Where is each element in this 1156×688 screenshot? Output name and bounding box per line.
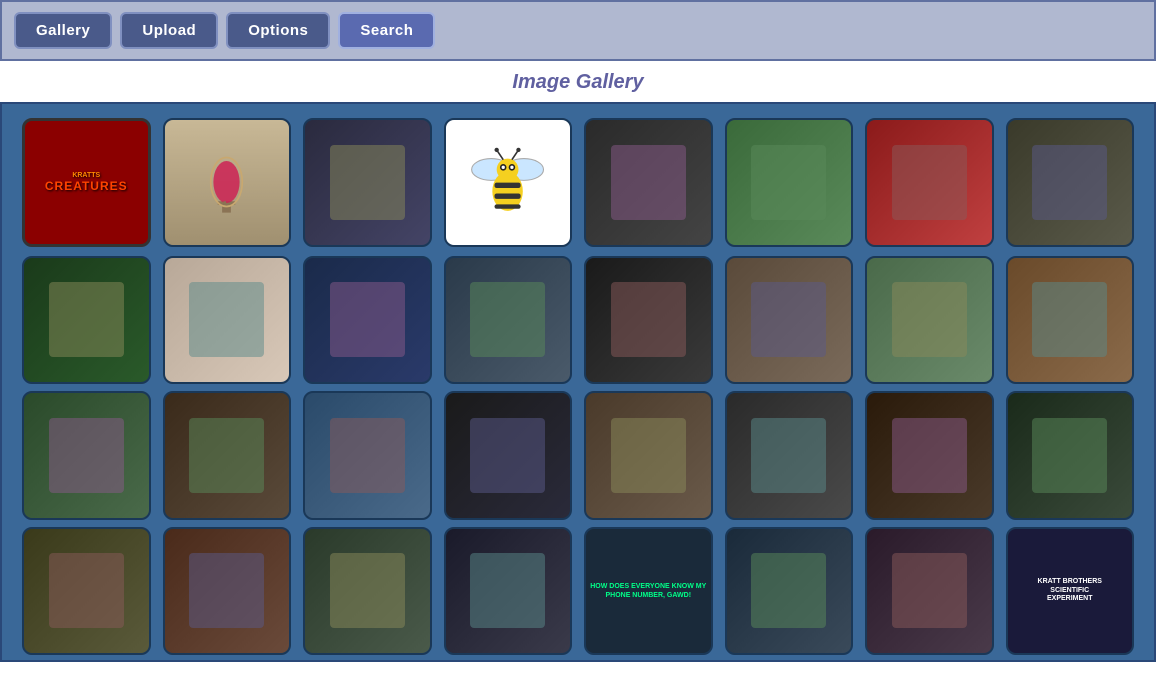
thumbnail-5[interactable] [584,118,713,247]
thumbnail-25[interactable] [22,527,151,656]
thumbnail-13[interactable] [584,256,713,385]
thumbnail-14[interactable] [725,256,854,385]
top-nav-bar: Gallery Upload Options Search [0,0,1156,61]
thumbnail-27[interactable] [303,527,432,656]
thumbnail-4[interactable] [444,118,573,247]
thumbnail-18[interactable] [163,391,292,520]
thumbnail-3[interactable] [303,118,432,247]
thumbnail-12[interactable] [444,256,573,385]
page-title: Image Gallery [0,61,1156,102]
thumbnail-9[interactable] [22,256,151,385]
thumbnail-32[interactable]: KRATT BROTHERSSCIENTIFICEXPERIMENT [1006,527,1135,656]
thumbnail-7[interactable] [865,118,994,247]
upload-button[interactable]: Upload [120,12,218,49]
thumbnail-28[interactable] [444,527,573,656]
gallery-button[interactable]: Gallery [14,12,112,49]
image-gallery: kratts CREATURES [0,102,1156,662]
thumbnail-20[interactable] [444,391,573,520]
thumbnail-19[interactable] [303,391,432,520]
thumbnail-17[interactable] [22,391,151,520]
thumbnail-8[interactable] [1006,118,1135,247]
options-button[interactable]: Options [226,12,330,49]
search-button[interactable]: Search [338,12,435,49]
thumbnail-24[interactable] [1006,391,1135,520]
thumbnail-26[interactable] [163,527,292,656]
thumbnail-21[interactable] [584,391,713,520]
thumbnail-11[interactable] [303,256,432,385]
thumbnail-10[interactable] [163,256,292,385]
thumbnail-15[interactable] [865,256,994,385]
thumbnail-23[interactable] [865,391,994,520]
thumbnail-1[interactable]: kratts CREATURES [22,118,151,247]
thumbnail-16[interactable] [1006,256,1135,385]
thumbnail-22[interactable] [725,391,854,520]
thumbnail-31[interactable] [865,527,994,656]
thumbnail-29[interactable]: HOW DOES EVERYONE KNOW MY PHONE NUMBER, … [584,527,713,656]
thumbnail-30[interactable] [725,527,854,656]
thumbnail-2[interactable] [163,118,292,247]
thumbnail-6[interactable] [725,118,854,247]
